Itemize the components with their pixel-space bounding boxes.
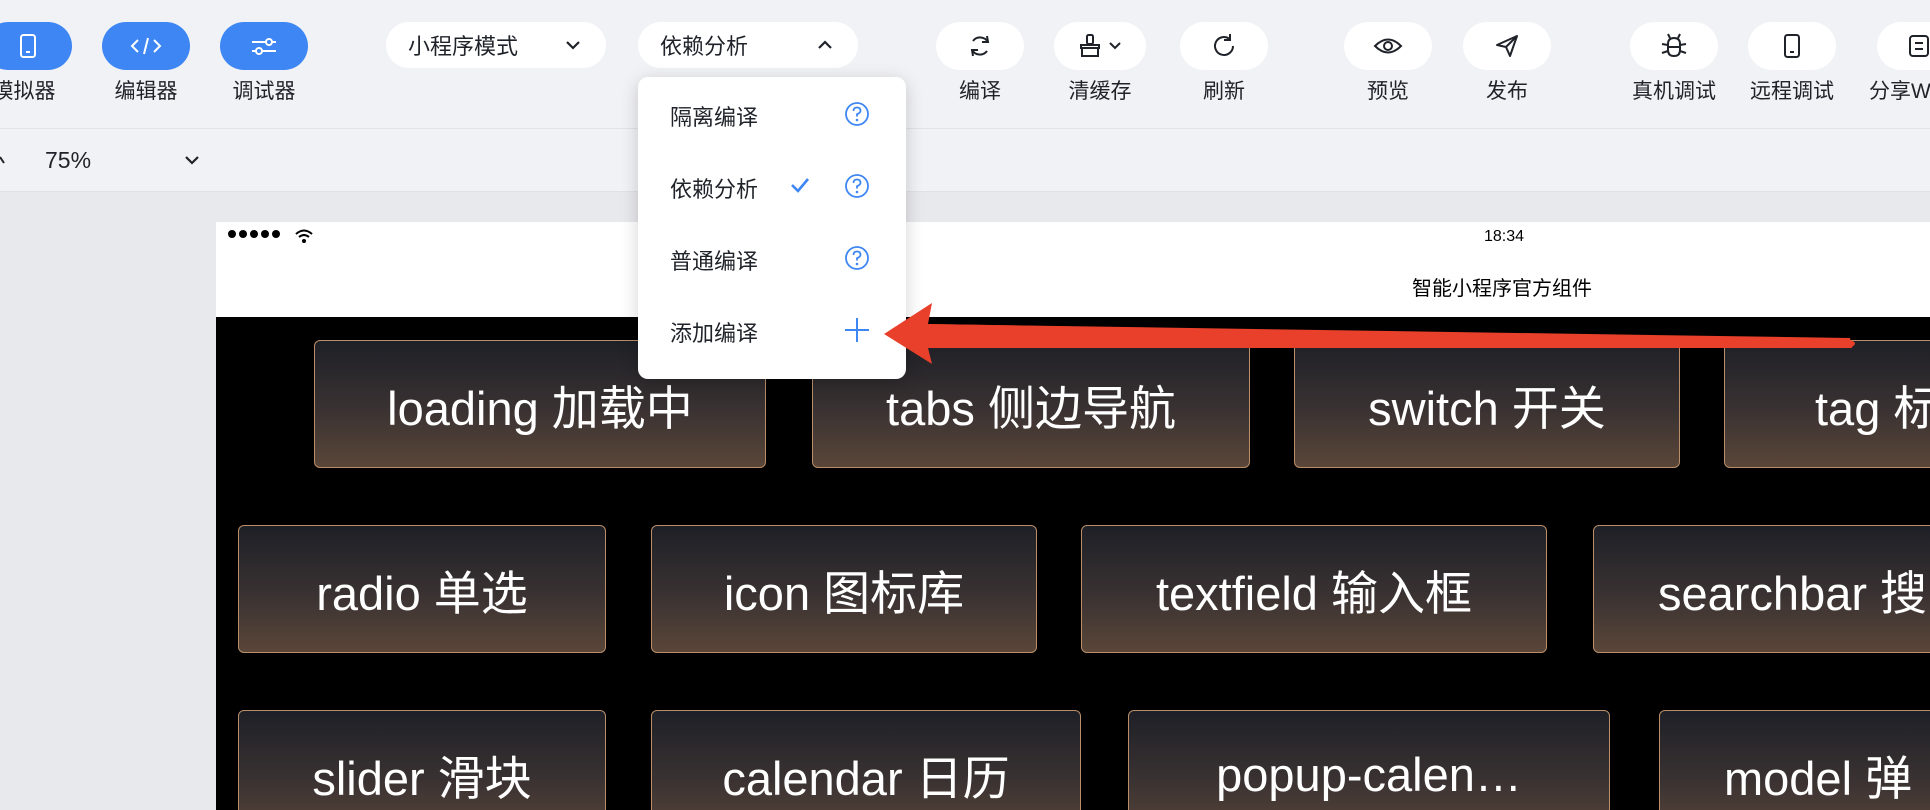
help-circle-icon[interactable] bbox=[844, 173, 870, 199]
status-time: 18:34 bbox=[1484, 228, 1525, 245]
component-button[interactable]: textfield 输入框 bbox=[1081, 525, 1547, 653]
component-button[interactable]: model 弹 bbox=[1659, 710, 1930, 810]
menu-item-label: 普通编译 bbox=[670, 249, 759, 274]
compile-mode-select[interactable]: 依赖分析 bbox=[638, 22, 858, 68]
share-tool[interactable]: 分享W bbox=[1869, 22, 1930, 104]
debugger-label: 调试器 bbox=[232, 80, 296, 103]
mode-select[interactable]: 小程序模式 bbox=[386, 22, 606, 68]
chevron-down-icon bbox=[1109, 42, 1121, 50]
simulator-tool[interactable]: 模拟器 bbox=[0, 22, 72, 104]
component-button[interactable]: icon 图标库 bbox=[651, 525, 1037, 653]
bug-icon bbox=[1661, 33, 1687, 58]
debugger-button[interactable] bbox=[220, 22, 308, 70]
refresh-button[interactable] bbox=[1180, 22, 1268, 70]
refresh-label: 刷新 bbox=[1203, 80, 1245, 103]
refresh-cycle-icon bbox=[970, 35, 990, 57]
refresh-tool[interactable]: 刷新 bbox=[1180, 22, 1268, 104]
component-button[interactable]: searchbar 搜 bbox=[1593, 525, 1930, 653]
annotation-arrow-icon bbox=[884, 303, 1855, 364]
compile-tool[interactable]: 编译 bbox=[936, 22, 1024, 104]
component-button[interactable]: popup-calen… bbox=[1128, 710, 1610, 810]
chevron-down-icon[interactable] bbox=[183, 151, 201, 169]
compile-button[interactable] bbox=[936, 22, 1024, 70]
clear-cache-button[interactable] bbox=[1054, 22, 1146, 70]
publish-tool[interactable]: 发布 bbox=[1463, 22, 1551, 104]
chevron-up-icon bbox=[818, 40, 832, 49]
simulator-label: 模拟器 bbox=[0, 80, 56, 103]
editor-tool[interactable]: 编辑器 bbox=[102, 22, 190, 104]
device-debug-tool[interactable]: 真机调试 bbox=[1630, 22, 1718, 104]
checkmark-icon bbox=[791, 178, 809, 193]
remote-debug-label: 远程调试 bbox=[1750, 80, 1834, 103]
compile-label: 编译 bbox=[959, 80, 1001, 103]
menu-item-label: 添加编译 bbox=[670, 321, 759, 346]
chevron-down-icon bbox=[0, 156, 5, 164]
chevron-down-icon bbox=[566, 41, 580, 50]
devtools-window: 模拟器 编辑器 调试器 小程序模式 依赖分析 编译 清缓存 刷新 预览 发布 真… bbox=[0, 0, 1930, 810]
menu-item-isolated-compile[interactable]: 隔离编译 bbox=[638, 77, 906, 149]
editor-label: 编辑器 bbox=[114, 80, 178, 103]
wifi-icon bbox=[295, 229, 313, 243]
help-circle-icon[interactable] bbox=[844, 245, 870, 271]
preview-label: 预览 bbox=[1367, 80, 1409, 103]
menu-item-label: 隔离编译 bbox=[670, 105, 759, 130]
component-button[interactable]: calendar 日历 bbox=[651, 710, 1081, 810]
share-label: 分享W bbox=[1869, 80, 1930, 103]
compile-select-value: 依赖分析 bbox=[660, 34, 749, 59]
help-circle-icon[interactable] bbox=[844, 101, 870, 127]
preview-tool[interactable]: 预览 bbox=[1344, 22, 1432, 104]
send-icon bbox=[1496, 35, 1518, 57]
share-icon bbox=[1909, 35, 1929, 57]
editor-button[interactable] bbox=[102, 22, 190, 70]
menu-item-label: 依赖分析 bbox=[670, 177, 759, 202]
compile-mode-menu: 隔离编译 依赖分析 普通编译 添加编译 bbox=[638, 77, 906, 379]
simulator-button[interactable] bbox=[0, 22, 72, 70]
nav-title: 智能小程序官方组件 bbox=[1412, 278, 1592, 300]
brush-icon bbox=[1080, 34, 1100, 57]
status-bar: 18:34 bbox=[216, 222, 1930, 252]
component-button[interactable]: slider 滑块 bbox=[238, 710, 606, 810]
debugger-tool[interactable]: 调试器 bbox=[220, 22, 308, 104]
menu-item-normal-compile[interactable]: 普通编译 bbox=[638, 221, 906, 293]
share-button[interactable] bbox=[1877, 22, 1930, 70]
device-debug-label: 真机调试 bbox=[1632, 80, 1716, 103]
preview-button[interactable] bbox=[1344, 22, 1432, 70]
eye-icon bbox=[1373, 38, 1403, 54]
remote-debug-tool[interactable]: 远程调试 bbox=[1748, 22, 1836, 104]
remote-debug-button[interactable] bbox=[1748, 22, 1836, 70]
main-toolbar: 模拟器 编辑器 调试器 小程序模式 依赖分析 编译 清缓存 刷新 预览 发布 真… bbox=[0, 0, 1930, 129]
zoom-level[interactable]: 75% bbox=[45, 147, 91, 174]
clear-cache-tool[interactable]: 清缓存 bbox=[1054, 22, 1146, 104]
mode-select-value: 小程序模式 bbox=[408, 34, 519, 59]
device-debug-button[interactable] bbox=[1630, 22, 1718, 70]
code-icon bbox=[130, 37, 162, 55]
component-button[interactable]: radio 单选 bbox=[238, 525, 606, 653]
clear-cache-label: 清缓存 bbox=[1068, 80, 1132, 103]
publish-label: 发布 bbox=[1486, 80, 1528, 103]
signal-icon bbox=[228, 230, 280, 238]
menu-item-add-compile[interactable]: 添加编译 bbox=[638, 293, 906, 365]
sliders-icon bbox=[252, 38, 276, 55]
plus-icon[interactable] bbox=[844, 317, 870, 343]
simulator-toolbar: 75% bbox=[0, 129, 1930, 192]
menu-item-dependency-analysis[interactable]: 依赖分析 bbox=[638, 149, 906, 221]
mobile-icon bbox=[1784, 34, 1800, 58]
reload-icon bbox=[1214, 34, 1234, 56]
phone-icon bbox=[20, 34, 36, 58]
publish-button[interactable] bbox=[1463, 22, 1551, 70]
